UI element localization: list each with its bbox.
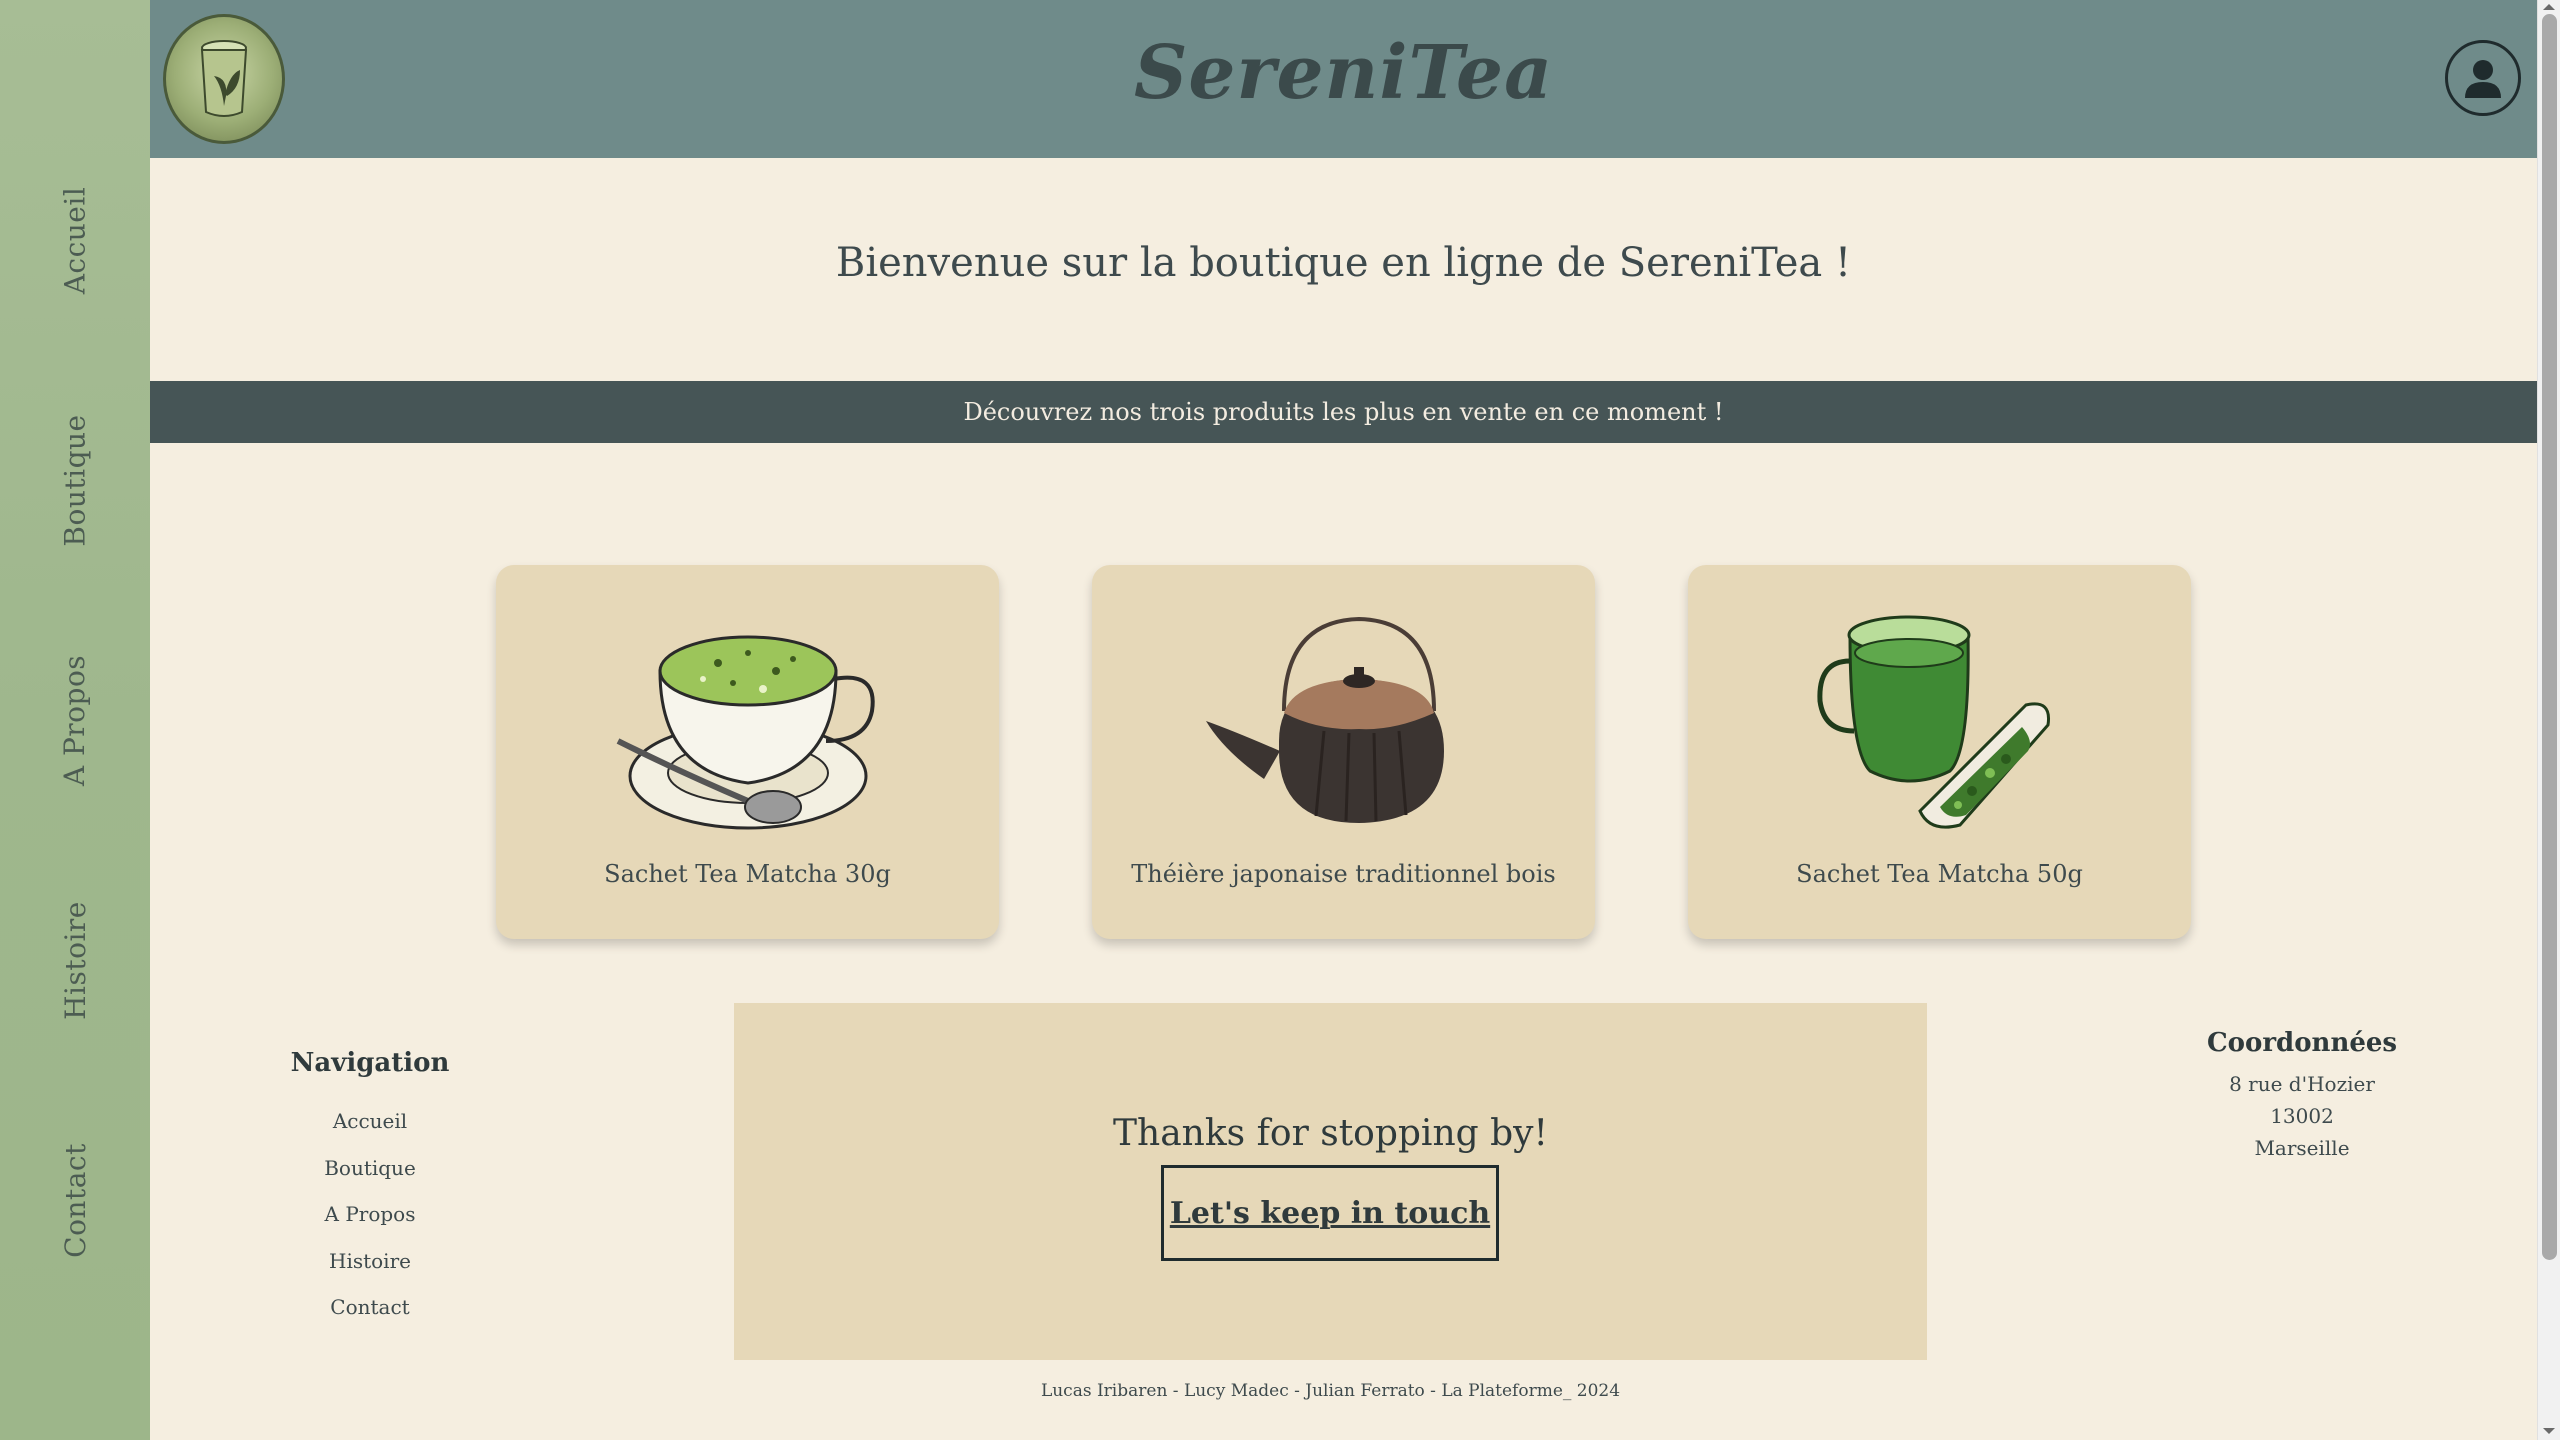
footer-link-a-propos[interactable]: A Propos — [270, 1202, 470, 1226]
footer-link-accueil[interactable]: Accueil — [270, 1109, 470, 1133]
product-card[interactable]: Sachet Tea Matcha 30g — [496, 565, 999, 939]
sidebar-item-label: Contact — [58, 1142, 92, 1258]
keep-in-touch-button[interactable]: Let's keep in touch — [1161, 1165, 1499, 1261]
product-image — [1688, 601, 2191, 841]
scroll-down-arrow-icon[interactable] — [2543, 1428, 2555, 1434]
brand-logo-text: SereniTea — [1133, 30, 1554, 116]
footer-credits: Lucas Iribaren - Lucy Madec - Julian Fer… — [1040, 1381, 1621, 1401]
welcome-heading: Bienvenue sur la boutique en ligne de Se… — [835, 240, 1852, 286]
green-tea-glass-icon — [1816, 615, 2050, 829]
sidebar-item-label: Accueil — [58, 186, 92, 294]
page-scrollbar[interactable] — [2537, 0, 2560, 1440]
sidebar-item-label: Boutique — [58, 413, 92, 547]
product-name: Sachet Tea Matcha 30g — [604, 860, 891, 888]
address-street: 8 rue d'Hozier — [2229, 1072, 2375, 1096]
product-image — [1092, 601, 1595, 841]
sidebar-item-boutique[interactable]: Boutique — [0, 400, 150, 560]
user-account-icon — [2465, 60, 2501, 98]
promo-banner: Découvrez nos trois produits les plus en… — [150, 381, 2537, 443]
teapot-icon — [1205, 616, 1444, 823]
sidebar-item-a-propos[interactable]: A Propos — [0, 640, 150, 800]
sidebar-item-label: Histoire — [58, 900, 92, 1020]
account-button[interactable] — [2445, 40, 2521, 116]
cta-title: Thanks for stopping by! — [1113, 1113, 1548, 1154]
sidebar-item-contact[interactable]: Contact — [0, 1120, 150, 1280]
header: SereniTea — [150, 0, 2537, 158]
sidebar-item-histoire[interactable]: Histoire — [0, 880, 150, 1040]
matcha-cup-icon — [616, 635, 875, 830]
product-card[interactable]: Sachet Tea Matcha 50g — [1688, 565, 2191, 939]
sidebar-item-label: A Propos — [58, 654, 92, 786]
address-postcode: 13002 — [2270, 1104, 2334, 1128]
product-image — [496, 601, 999, 841]
product-card[interactable]: Théière japonaise traditionnel bois — [1092, 565, 1595, 939]
footer-link-boutique[interactable]: Boutique — [270, 1156, 470, 1180]
footer-navigation-title: Navigation — [290, 1048, 450, 1078]
banner-text: Découvrez nos trois produits les plus en… — [963, 398, 1724, 426]
footer-link-contact[interactable]: Contact — [270, 1295, 470, 1319]
scrollbar-thumb[interactable] — [2542, 14, 2557, 1260]
address-city: Marseille — [2254, 1136, 2350, 1160]
contact-cta-panel: Thanks for stopping by! Let's keep in to… — [734, 1003, 1927, 1360]
sidebar-item-accueil[interactable]: Accueil — [0, 160, 150, 320]
footer-link-histoire[interactable]: Histoire — [270, 1249, 470, 1273]
scroll-up-arrow-icon[interactable] — [2543, 4, 2555, 10]
coordinates-title: Coordonnées — [2206, 1028, 2398, 1058]
sidebar: Accueil Boutique A Propos Histoire Conta… — [0, 0, 150, 1440]
product-name: Théière japonaise traditionnel bois — [1131, 860, 1556, 888]
product-name: Sachet Tea Matcha 50g — [1796, 860, 2083, 888]
